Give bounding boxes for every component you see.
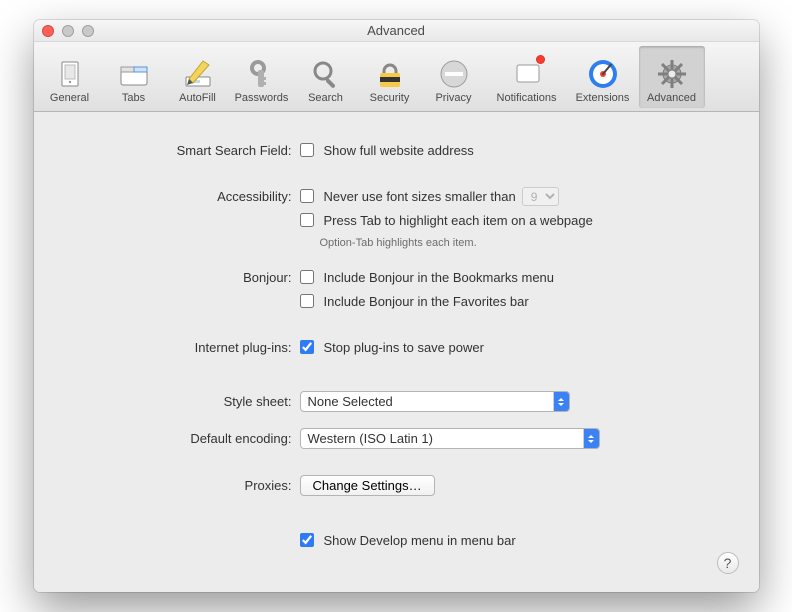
default-encoding-select[interactable]: Western (ISO Latin 1)	[300, 428, 600, 449]
advanced-icon	[655, 57, 689, 91]
toolbar-label: Privacy	[435, 92, 471, 104]
popup-arrows-icon	[553, 392, 569, 411]
toolbar-label: General	[50, 92, 89, 104]
toolbar-item-advanced[interactable]: Advanced	[639, 46, 705, 108]
press-tab-label: Press Tab to highlight each item on a we…	[324, 213, 593, 228]
toolbar-label: AutoFill	[179, 92, 216, 104]
toolbar-label: Passwords	[235, 92, 289, 104]
bonjour-favorites-checkbox[interactable]	[300, 294, 314, 308]
privacy-icon	[437, 57, 471, 91]
help-button[interactable]: ?	[717, 552, 739, 574]
toolbar-item-notifications[interactable]: Notifications	[487, 46, 567, 108]
default-encoding-value: Western (ISO Latin 1)	[308, 431, 433, 446]
show-full-address-checkbox[interactable]	[300, 143, 314, 157]
notification-badge-icon	[536, 55, 545, 64]
toolbar-item-privacy[interactable]: Privacy	[423, 46, 485, 108]
style-sheet-value: None Selected	[308, 394, 393, 409]
toolbar-item-search[interactable]: Search	[295, 46, 357, 108]
change-proxy-settings-button[interactable]: Change Settings…	[300, 475, 435, 496]
bonjour-bookmarks-checkbox[interactable]	[300, 270, 314, 284]
tabs-icon	[117, 57, 151, 91]
window-title: Advanced	[367, 23, 425, 38]
passwords-icon	[245, 57, 279, 91]
popup-arrows-icon	[583, 429, 599, 448]
minimize-window-button[interactable]	[62, 25, 74, 37]
press-tab-checkbox[interactable]	[300, 213, 314, 227]
stop-plugins-power-label: Stop plug-ins to save power	[324, 340, 484, 355]
search-icon	[309, 57, 343, 91]
plugins-label: Internet plug-ins:	[90, 340, 300, 355]
toolbar-label: Security	[370, 92, 410, 104]
help-icon: ?	[724, 555, 732, 571]
smart-search-label: Smart Search Field:	[90, 143, 300, 158]
bonjour-label: Bonjour:	[90, 270, 300, 285]
min-font-size-select[interactable]: 9	[522, 187, 559, 206]
option-tab-hint: Option-Tab highlights each item.	[320, 237, 477, 249]
toolbar-label: Search	[308, 92, 343, 104]
toolbar-item-general[interactable]: General	[39, 46, 101, 108]
stop-plugins-power-checkbox[interactable]	[300, 340, 314, 354]
autofill-icon	[181, 57, 215, 91]
show-develop-menu-label: Show Develop menu in menu bar	[324, 533, 516, 548]
min-font-size-checkbox[interactable]	[300, 189, 314, 203]
toolbar-label: Advanced	[647, 92, 696, 104]
toolbar-item-extensions[interactable]: Extensions	[569, 46, 637, 108]
toolbar-label: Tabs	[122, 92, 145, 104]
advanced-pane: Smart Search Field: Show full website ad…	[34, 112, 759, 592]
style-sheet-label: Style sheet:	[90, 394, 300, 409]
general-icon	[53, 57, 87, 91]
notifications-icon	[510, 57, 544, 91]
toolbar-label: Notifications	[497, 92, 557, 104]
style-sheet-select[interactable]: None Selected	[300, 391, 570, 412]
proxies-label: Proxies:	[90, 478, 300, 493]
toolbar-item-tabs[interactable]: Tabs	[103, 46, 165, 108]
security-icon	[373, 57, 407, 91]
bonjour-favorites-label: Include Bonjour in the Favorites bar	[324, 294, 529, 309]
bonjour-bookmarks-label: Include Bonjour in the Bookmarks menu	[324, 270, 555, 285]
min-font-size-label: Never use font sizes smaller than	[324, 189, 516, 204]
extensions-icon	[586, 57, 620, 91]
accessibility-label: Accessibility:	[90, 189, 300, 204]
show-develop-menu-checkbox[interactable]	[300, 533, 314, 547]
preferences-window: Advanced General Tabs AutoFill Password	[34, 20, 759, 592]
titlebar[interactable]: Advanced	[34, 20, 759, 42]
toolbar-item-passwords[interactable]: Passwords	[231, 46, 293, 108]
show-full-address-label: Show full website address	[324, 143, 474, 158]
toolbar-label: Extensions	[576, 92, 630, 104]
preferences-toolbar: General Tabs AutoFill Passwords Search	[34, 42, 759, 112]
close-window-button[interactable]	[42, 25, 54, 37]
default-encoding-label: Default encoding:	[90, 431, 300, 446]
zoom-window-button[interactable]	[82, 25, 94, 37]
toolbar-item-autofill[interactable]: AutoFill	[167, 46, 229, 108]
toolbar-item-security[interactable]: Security	[359, 46, 421, 108]
